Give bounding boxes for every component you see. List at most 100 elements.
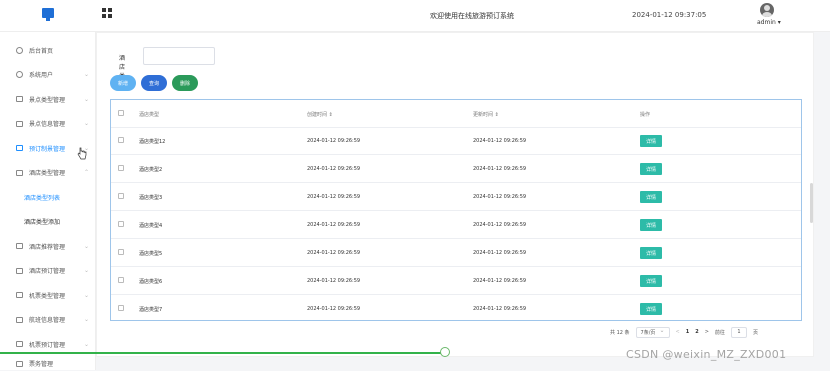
row-checkbox[interactable] bbox=[118, 193, 124, 199]
clock-icon bbox=[16, 46, 23, 54]
detail-button[interactable]: 详情 bbox=[640, 135, 662, 147]
cell-created: 2024-01-12 09:26:59 bbox=[307, 138, 361, 144]
sidebar-item-hotel-type-list[interactable]: 酒店类型列表 bbox=[0, 185, 95, 210]
pagination-total: 共 12 条 bbox=[610, 329, 630, 336]
column-header-created[interactable]: 创建时间 ⇕ bbox=[307, 111, 333, 118]
sidebar: 后台首页 系统用户 ⌄ 景点类型管理 ⌄ 景点信息管理 ⌄ 预订制景管理 ⌄ 酒店类型管… bbox=[0, 32, 96, 370]
table-row: 酒店类型3 2024-01-12 09:26:59 2024-01-12 09:… bbox=[111, 183, 801, 211]
video-progress-bar[interactable] bbox=[0, 352, 449, 354]
select-all-checkbox[interactable] bbox=[118, 110, 124, 116]
row-checkbox[interactable] bbox=[118, 165, 124, 171]
main-panel: 酒店类型 新增 查询 删除 酒店类型 创建时间 ⇕ 更新时间 ⇕ 操作 酒店类型… bbox=[96, 32, 814, 357]
chevron-down-icon: ⌄ bbox=[84, 291, 90, 299]
progress-handle[interactable] bbox=[440, 347, 450, 357]
page-1-button[interactable]: 1 bbox=[686, 329, 689, 335]
detail-button[interactable]: 详情 bbox=[640, 303, 662, 315]
sidebar-item-users[interactable]: 系统用户 ⌄ bbox=[0, 63, 95, 88]
chevron-down-icon: ⌄ bbox=[84, 95, 90, 103]
detail-button[interactable]: 详情 bbox=[640, 219, 662, 231]
detail-button[interactable]: 详情 bbox=[640, 163, 662, 175]
next-page-button[interactable]: > bbox=[705, 329, 709, 335]
chevron-down-icon: ⌄ bbox=[84, 71, 90, 79]
cell-updated: 2024-01-12 09:26:59 bbox=[473, 306, 527, 312]
row-checkbox[interactable] bbox=[118, 305, 124, 311]
cell-type: 酒店类型2 bbox=[139, 167, 163, 173]
table-header: 酒店类型 创建时间 ⇕ 更新时间 ⇕ 操作 bbox=[111, 100, 801, 128]
table-row: 酒店类型5 2024-01-12 09:26:59 2024-01-12 09:… bbox=[111, 239, 801, 267]
row-checkbox[interactable] bbox=[118, 137, 124, 143]
sidebar-item-ticket-type[interactable]: 机票类型管理 ⌄ bbox=[0, 283, 95, 308]
chevron-up-icon: ⌃ bbox=[84, 169, 90, 177]
page-size-select[interactable]: 7条/页 bbox=[635, 326, 670, 338]
sidebar-item-hotel-type[interactable]: 酒店类型管理 ⌃ bbox=[0, 161, 95, 186]
page-scrollbar[interactable] bbox=[810, 183, 813, 223]
cell-updated: 2024-01-12 09:26:59 bbox=[473, 166, 527, 172]
menu-box-icon bbox=[16, 360, 23, 367]
user-avatar-icon[interactable] bbox=[760, 3, 774, 17]
row-checkbox[interactable] bbox=[118, 277, 124, 283]
menu-box-icon bbox=[16, 316, 23, 323]
cell-created: 2024-01-12 09:26:59 bbox=[307, 250, 361, 256]
column-header-type: 酒店类型 bbox=[139, 112, 160, 118]
menu-box-icon bbox=[16, 243, 23, 250]
chevron-down-icon: ⌄ bbox=[84, 316, 90, 324]
row-checkbox[interactable] bbox=[118, 221, 124, 227]
goto-suffix: 页 bbox=[752, 329, 758, 336]
detail-button[interactable]: 详情 bbox=[640, 247, 662, 259]
table-row: 酒店类型12 2024-01-12 09:26:59 2024-01-12 09… bbox=[111, 127, 801, 155]
sidebar-item-hotel-type-add[interactable]: 酒店类型添加 bbox=[0, 210, 95, 235]
menu-box-icon bbox=[16, 96, 23, 103]
cell-created: 2024-01-12 09:26:59 bbox=[307, 278, 361, 284]
menu-box-icon bbox=[16, 169, 23, 176]
chevron-down-icon: ⌄ bbox=[84, 242, 90, 250]
row-checkbox[interactable] bbox=[118, 249, 124, 255]
detail-button[interactable]: 详情 bbox=[640, 191, 662, 203]
menu-grid-icon[interactable] bbox=[102, 8, 112, 18]
sidebar-item-hotel-recommend[interactable]: 酒店推荐管理 ⌄ bbox=[0, 234, 95, 259]
table-row: 酒店类型7 2024-01-12 09:26:59 2024-01-12 09:… bbox=[111, 295, 801, 323]
chevron-down-icon: ⌄ bbox=[84, 340, 90, 348]
logo-monitor-icon bbox=[42, 8, 54, 21]
menu-box-icon bbox=[16, 145, 23, 152]
menu-box-icon bbox=[16, 267, 23, 274]
menu-box-icon bbox=[16, 341, 23, 348]
query-button[interactable]: 查询 bbox=[141, 75, 168, 91]
cell-created: 2024-01-12 09:26:59 bbox=[307, 194, 361, 200]
cell-updated: 2024-01-12 09:26:59 bbox=[473, 194, 527, 200]
page-2-button[interactable]: 2 bbox=[695, 329, 698, 335]
hotel-type-search-input[interactable] bbox=[143, 47, 215, 65]
cell-type: 酒店类型12 bbox=[139, 139, 166, 145]
cell-type: 酒店类型7 bbox=[139, 307, 163, 313]
sidebar-item-home[interactable]: 后台首页 bbox=[0, 38, 95, 63]
cell-type: 酒店类型6 bbox=[139, 279, 163, 285]
current-datetime: 2024-01-12 09:37:05 bbox=[632, 11, 707, 19]
delete-button[interactable]: 删除 bbox=[172, 75, 199, 91]
cell-type: 酒店类型4 bbox=[139, 223, 163, 229]
goto-page-input[interactable]: 1 bbox=[730, 326, 747, 338]
column-header-updated[interactable]: 更新时间 ⇕ bbox=[473, 111, 499, 118]
sidebar-item-hotel-booking[interactable]: 酒店预订管理 ⌄ bbox=[0, 259, 95, 284]
system-title: 欢迎使用在线旅游预订系统 bbox=[430, 12, 514, 20]
sidebar-item-scenic-info[interactable]: 景点信息管理 ⌄ bbox=[0, 112, 95, 137]
add-button[interactable]: 新增 bbox=[110, 75, 137, 91]
chevron-down-icon: ⌄ bbox=[84, 267, 90, 275]
cell-created: 2024-01-12 09:26:59 bbox=[307, 166, 361, 172]
goto-label: 前往 bbox=[714, 329, 725, 336]
user-menu[interactable]: admin ▾ bbox=[757, 19, 781, 26]
top-header: 欢迎使用在线旅游预订系统 2024-01-12 09:37:05 admin ▾ bbox=[0, 0, 830, 32]
sidebar-item-flight-info[interactable]: 航班信息管理 ⌄ bbox=[0, 308, 95, 333]
table-row: 酒店类型2 2024-01-12 09:26:59 2024-01-12 09:… bbox=[111, 155, 801, 183]
menu-box-icon bbox=[16, 120, 23, 127]
chevron-down-icon: ⌄ bbox=[84, 120, 90, 128]
detail-button[interactable]: 详情 bbox=[640, 275, 662, 287]
sidebar-item-ticketing[interactable]: 票务管理 bbox=[0, 357, 95, 371]
hotel-type-table: 酒店类型 创建时间 ⇕ 更新时间 ⇕ 操作 酒店类型12 2024-01-12 … bbox=[110, 99, 802, 321]
cell-updated: 2024-01-12 09:26:59 bbox=[473, 138, 527, 144]
column-header-action: 操作 bbox=[640, 112, 651, 118]
prev-page-button[interactable]: < bbox=[676, 329, 680, 335]
sidebar-item-scenic-type[interactable]: 景点类型管理 ⌄ bbox=[0, 87, 95, 112]
table-row: 酒店类型6 2024-01-12 09:26:59 2024-01-12 09:… bbox=[111, 267, 801, 295]
cell-type: 酒店类型3 bbox=[139, 195, 163, 201]
pagination: 共 12 条 7条/页 < 1 2 > 前往 1 页 bbox=[610, 325, 758, 339]
cell-type: 酒店类型5 bbox=[139, 251, 163, 257]
